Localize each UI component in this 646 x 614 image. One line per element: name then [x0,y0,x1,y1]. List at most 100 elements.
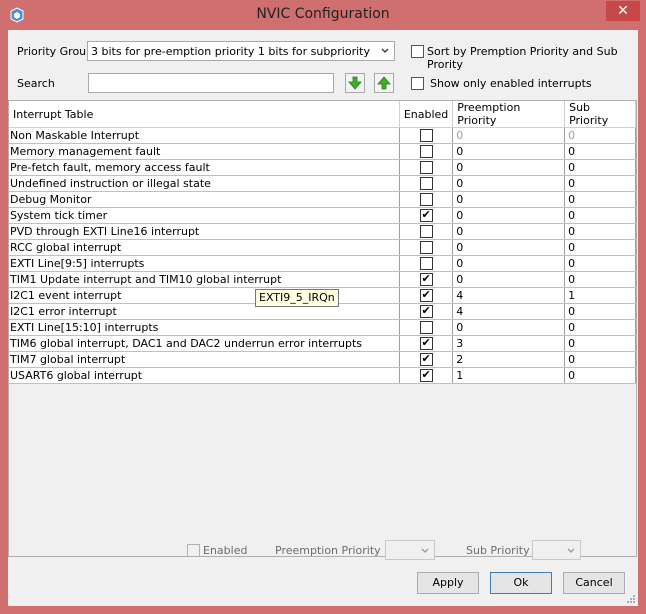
column-header-preemption[interactable]: Preemption Priority [452,101,566,128]
enabled-cell[interactable] [399,191,454,208]
interrupt-name-cell[interactable]: I2C1 error interrupt [9,303,400,320]
sub-priority-cell[interactable]: 0 [564,175,636,192]
preemption-priority-cell[interactable]: 0 [452,175,566,192]
interrupt-name-cell[interactable]: EXTI Line[9:5] interrupts [9,255,400,272]
enabled-cell[interactable]: ✔ [399,287,454,304]
close-button[interactable]: ✕ [606,1,640,21]
enabled-cell[interactable] [399,143,454,160]
enabled-cell[interactable] [399,223,454,240]
enabled-checkbox[interactable]: ✔ [419,336,433,351]
enabled-checkbox[interactable] [419,225,433,239]
preemption-priority-cell[interactable]: 0 [452,319,566,336]
preemption-priority-cell[interactable]: 0 [452,143,566,160]
sub-priority-cell[interactable]: 0 [564,159,636,176]
sub-priority-cell[interactable]: 0 [564,191,636,208]
sub-priority-cell[interactable]: 1 [564,287,636,304]
enabled-cell[interactable] [399,175,454,192]
search-input[interactable] [88,73,334,93]
sub-priority-cell[interactable]: 0 [564,367,636,384]
enabled-checkbox[interactable]: ✔ [419,272,433,287]
enabled-checkbox[interactable] [419,321,433,335]
table-row[interactable]: System tick timer ✔ 0 0 [9,207,636,224]
table-row[interactable]: USART6 global interrupt ✔ 1 0 [9,367,636,384]
enabled-cell[interactable] [399,319,454,336]
table-row[interactable]: RCC global interrupt 0 0 [9,239,636,256]
sub-priority-cell[interactable]: 0 [564,255,636,272]
table-row[interactable]: Undefined instruction or illegal state 0 0 [9,175,636,192]
preemption-priority-cell[interactable]: 0 [452,127,566,144]
interrupt-name-cell[interactable]: I2C1 event interrupt [9,287,400,304]
interrupt-name-cell[interactable]: PVD through EXTI Line16 interrupt [9,223,400,240]
table-row[interactable]: TIM7 global interrupt ✔ 2 0 [9,351,636,368]
enabled-checkbox[interactable]: ✔ [419,352,433,367]
table-row[interactable]: PVD through EXTI Line16 interrupt 0 0 [9,223,636,240]
column-header-interrupt[interactable]: Interrupt Table [9,101,400,128]
title-bar[interactable]: NVIC Configuration ✕ [0,0,646,30]
enabled-cell[interactable]: ✔ [399,303,454,320]
enabled-checkbox[interactable] [419,177,433,191]
interrupt-name-cell[interactable]: Undefined instruction or illegal state [9,175,400,192]
preemption-priority-cell[interactable]: 1 [452,367,566,384]
interrupt-name-cell[interactable]: RCC global interrupt [9,239,400,256]
table-row[interactable]: EXTI Line[9:5] interrupts 0 0 [9,255,636,272]
interrupt-name-cell[interactable]: Debug Monitor [9,191,400,208]
preemption-priority-cell[interactable]: 0 [452,271,566,288]
interrupt-name-cell[interactable]: EXTI Line[15:10] interrupts [9,319,400,336]
apply-button[interactable]: Apply [417,572,479,594]
enabled-checkbox[interactable]: ✔ [419,368,433,383]
table-row[interactable]: Debug Monitor 0 0 [9,191,636,208]
enabled-cell[interactable] [399,127,454,144]
interrupt-name-cell[interactable]: Memory management fault [9,143,400,160]
table-row[interactable]: TIM6 global interrupt, DAC1 and DAC2 und… [9,335,636,352]
column-header-sub[interactable]: Sub Priority [564,101,636,128]
interrupt-name-cell[interactable]: TIM7 global interrupt [9,351,400,368]
table-row[interactable]: EXTI Line[15:10] interrupts 0 0 [9,319,636,336]
column-header-enabled[interactable]: Enabled [399,101,454,128]
table-row[interactable]: Non Maskable Interrupt 0 0 [9,127,636,144]
interrupt-name-cell[interactable]: TIM1 Update interrupt and TIM10 global i… [9,271,400,288]
sub-priority-cell[interactable]: 0 [564,319,636,336]
enabled-checkbox[interactable]: ✔ [419,208,433,223]
enabled-checkbox[interactable] [419,193,433,207]
sub-priority-cell[interactable]: 0 [564,351,636,368]
sub-priority-cell[interactable]: 0 [564,271,636,288]
cancel-button[interactable]: Cancel [563,572,625,594]
interrupt-name-cell[interactable]: TIM6 global interrupt, DAC1 and DAC2 und… [9,335,400,352]
enabled-cell[interactable]: ✔ [399,335,454,352]
sub-priority-cell[interactable]: 0 [564,127,636,144]
sub-priority-cell[interactable]: 0 [564,223,636,240]
enabled-checkbox[interactable]: ✔ [419,304,433,319]
table-row[interactable]: TIM1 Update interrupt and TIM10 global i… [9,271,636,288]
interrupt-name-cell[interactable]: System tick timer [9,207,400,224]
sub-priority-cell[interactable]: 0 [564,143,636,160]
ok-button[interactable]: Ok [490,572,552,594]
preemption-priority-cell[interactable]: 2 [452,351,566,368]
preemption-priority-cell[interactable]: 0 [452,255,566,272]
enabled-cell[interactable] [399,239,454,256]
enabled-checkbox[interactable] [419,129,433,143]
enabled-checkbox[interactable] [419,161,433,175]
enabled-cell[interactable]: ✔ [399,207,454,224]
enabled-cell[interactable] [399,159,454,176]
enabled-cell[interactable]: ✔ [399,271,454,288]
priority-group-select[interactable]: 3 bits for pre-emption priority 1 bits f… [87,41,395,61]
show-enabled-checkbox[interactable] [411,77,424,90]
preemption-priority-cell[interactable]: 4 [452,287,566,304]
sub-priority-cell[interactable]: 0 [564,335,636,352]
table-row[interactable]: Pre-fetch fault, memory access fault 0 0 [9,159,636,176]
sub-priority-cell[interactable]: 0 [564,239,636,256]
search-previous-button[interactable] [374,73,394,93]
selected-enabled-checkbox[interactable] [187,544,200,557]
preemption-priority-cell[interactable]: 0 [452,239,566,256]
preemption-priority-select[interactable] [385,540,435,560]
enabled-checkbox[interactable]: ✔ [419,288,433,303]
enabled-cell[interactable]: ✔ [399,367,454,384]
sub-priority-cell[interactable]: 0 [564,207,636,224]
interrupt-name-cell[interactable]: Non Maskable Interrupt [9,127,400,144]
enabled-cell[interactable]: ✔ [399,351,454,368]
preemption-priority-cell[interactable]: 0 [452,207,566,224]
sub-priority-select[interactable] [532,540,581,560]
search-next-button[interactable] [345,73,365,93]
enabled-checkbox[interactable] [419,241,433,255]
preemption-priority-cell[interactable]: 0 [452,159,566,176]
